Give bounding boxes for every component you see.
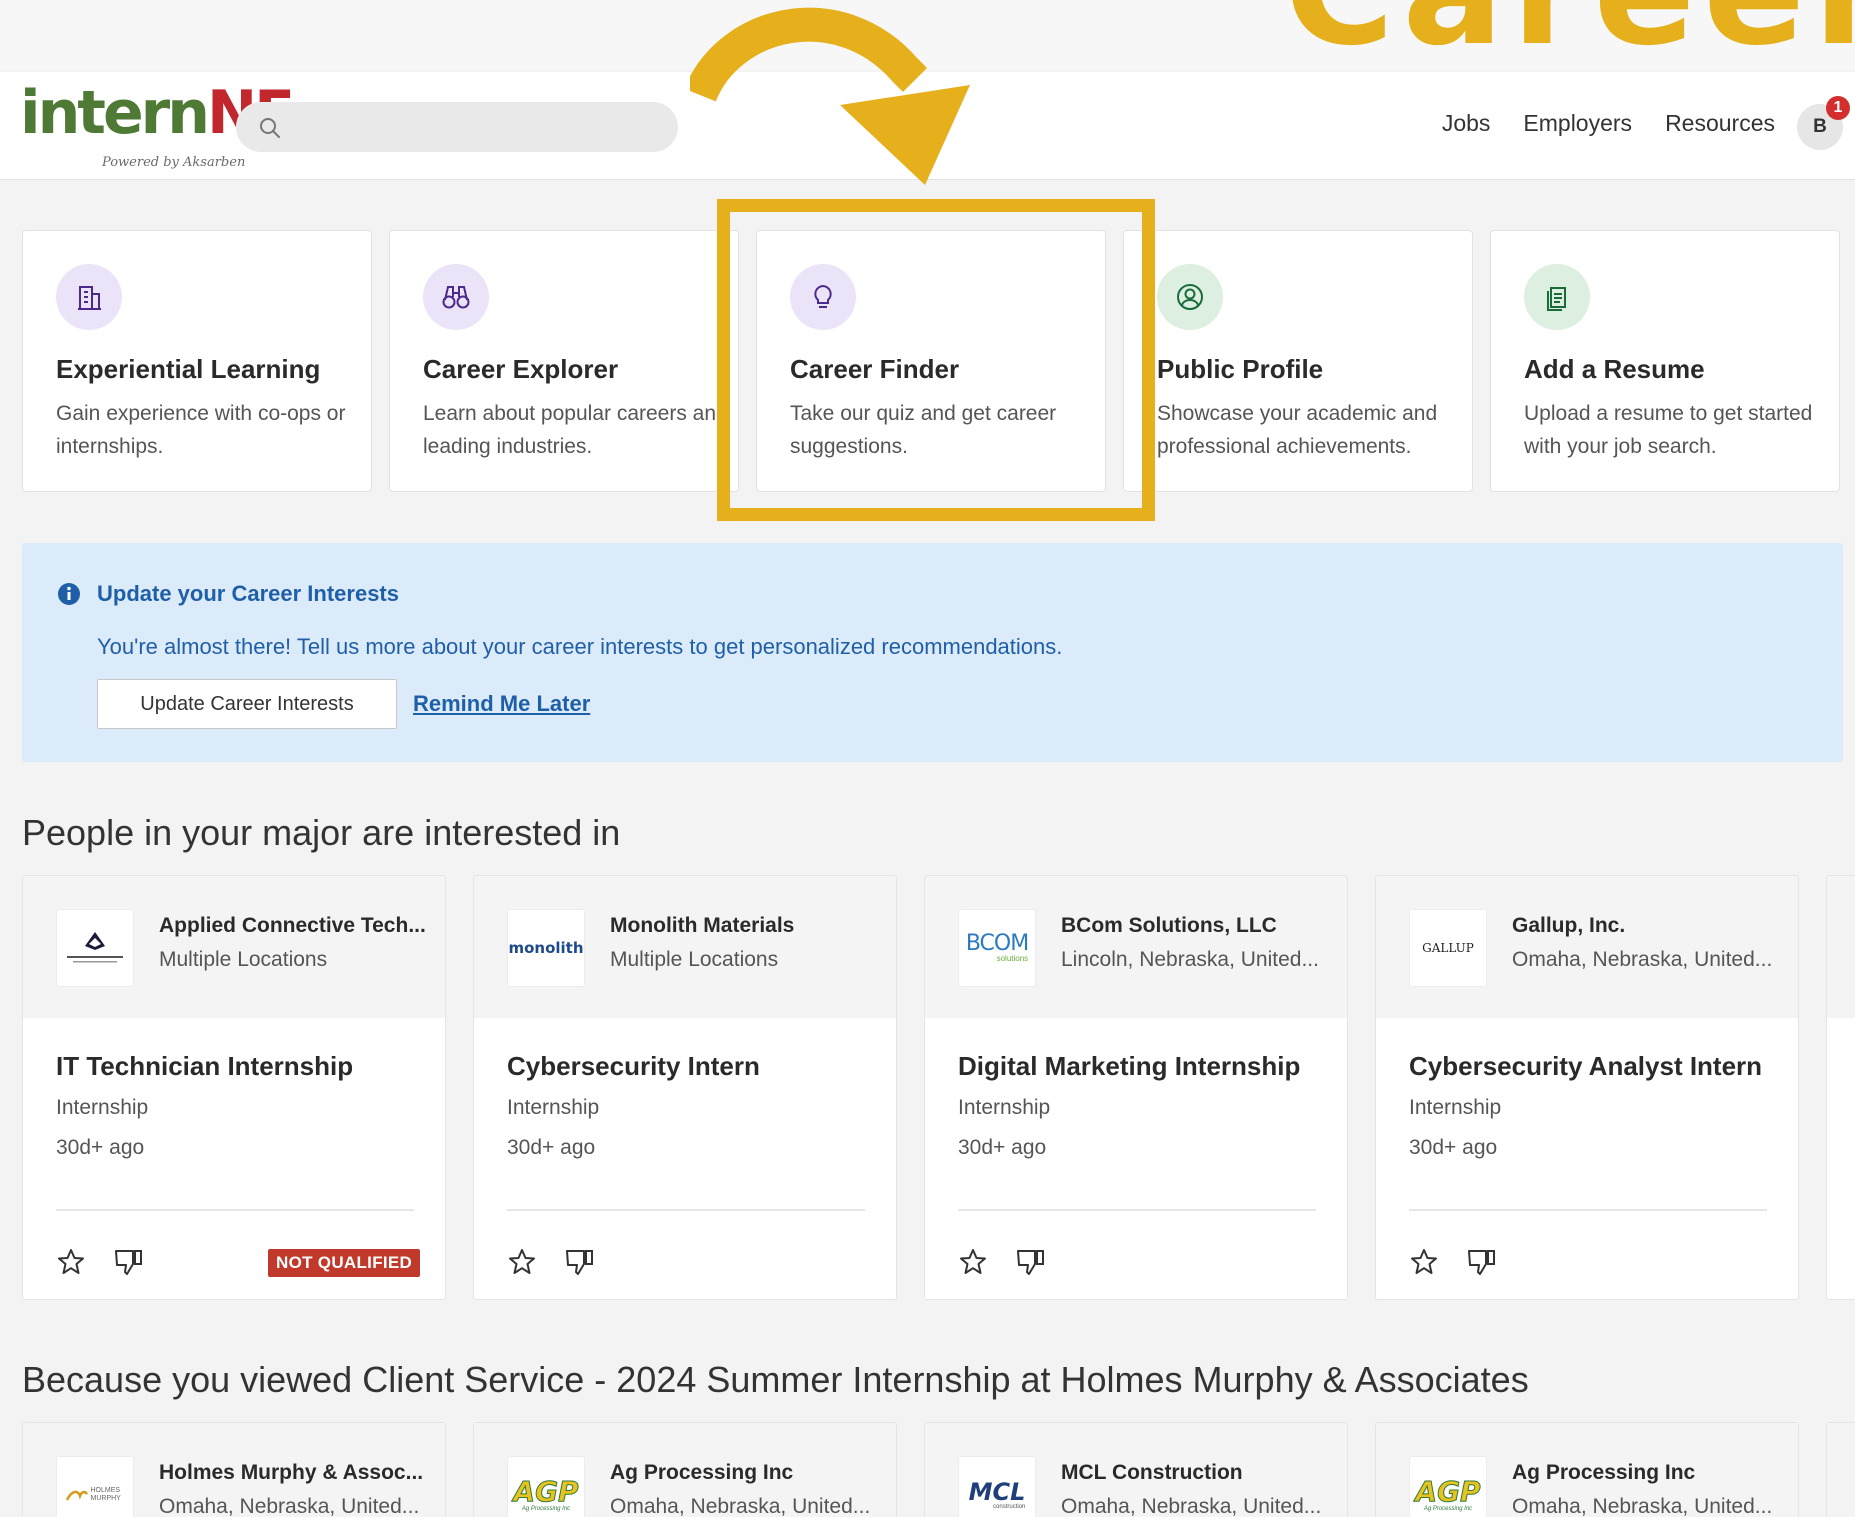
nav-jobs[interactable]: Jobs xyxy=(1442,110,1491,137)
main-nav: Jobs Employers Resources xyxy=(1442,110,1775,137)
job-location: Omaha, Nebraska, United... xyxy=(610,1495,871,1517)
card-career-explorer[interactable]: Career Explorer Learn about popular care… xyxy=(389,230,739,492)
card-title: Experiential Learning xyxy=(56,354,321,384)
company-logo xyxy=(56,909,134,987)
highlight-frame xyxy=(717,199,1155,521)
job-location: Multiple Locations xyxy=(610,948,779,971)
job-card-partial[interactable] xyxy=(1826,875,1855,1300)
company-logo: MCL construction xyxy=(958,1456,1036,1517)
job-location: Omaha, Nebraska, United... xyxy=(1512,1495,1773,1517)
notification-badge: 1 xyxy=(1826,96,1850,120)
pointer-arrow-icon xyxy=(690,7,970,185)
divider xyxy=(507,1209,865,1211)
job-card[interactable]: AGP Ag Processing Inc Ag Processing Inc … xyxy=(1375,1422,1799,1517)
logo-tagline: Powered by Aksarben xyxy=(102,155,246,170)
card-add-resume[interactable]: Add a Resume Upload a resume to get star… xyxy=(1490,230,1840,492)
job-title[interactable]: IT Technician Internship xyxy=(56,1051,426,1082)
nav-employers[interactable]: Employers xyxy=(1523,110,1632,137)
search-icon xyxy=(260,118,280,138)
card-public-profile[interactable]: Public Profile Showcase your academic an… xyxy=(1123,230,1473,492)
company-name: Monolith Materials xyxy=(610,914,795,937)
section-title-because-viewed: Because you viewed Client Service - 2024… xyxy=(22,1359,1529,1400)
job-location: Multiple Locations xyxy=(159,948,328,971)
card-description: Showcase your academic and professional … xyxy=(1157,402,1438,458)
star-icon[interactable] xyxy=(56,1247,86,1277)
promo-heading: Career xyxy=(1284,0,1855,70)
job-posted-age: 30d+ ago xyxy=(958,1136,1047,1159)
company-name: Ag Processing Inc xyxy=(1512,1461,1696,1484)
card-title: Add a Resume xyxy=(1524,354,1705,384)
job-type: Internship xyxy=(56,1096,149,1119)
card-description: Learn about popular careers and leading … xyxy=(423,402,728,458)
star-icon[interactable] xyxy=(1409,1247,1439,1277)
job-posted-age: 30d+ ago xyxy=(507,1136,596,1159)
company-name: Ag Processing Inc xyxy=(610,1461,794,1484)
divider xyxy=(56,1209,414,1211)
logo-wordmark: internNE xyxy=(20,78,295,148)
job-card[interactable]: GALLUP Gallup, Inc. Omaha, Nebraska, Uni… xyxy=(1375,875,1799,1300)
company-name: MCL Construction xyxy=(1061,1461,1243,1484)
job-card[interactable]: BCOM solutions BCom Solutions, LLC Linco… xyxy=(924,875,1348,1300)
divider xyxy=(1409,1209,1767,1211)
building-icon xyxy=(56,264,122,330)
thumbs-down-icon[interactable] xyxy=(113,1247,145,1277)
internne-logo[interactable]: internNE Powered by Aksarben xyxy=(20,77,295,177)
company-logo: HOLMES MURPHY xyxy=(56,1456,134,1517)
thumbs-down-icon[interactable] xyxy=(564,1247,596,1277)
search-bar[interactable] xyxy=(236,102,678,152)
job-card-header xyxy=(1827,876,1855,1018)
job-card[interactable]: monolith Monolith Materials Multiple Loc… xyxy=(473,875,897,1300)
job-type: Internship xyxy=(507,1096,600,1119)
job-posted-age: 30d+ ago xyxy=(56,1136,145,1159)
alert-message: You're almost there! Tell us more about … xyxy=(97,634,1063,659)
alert-title: Update your Career Interests xyxy=(97,581,399,606)
company-logo: AGP Ag Processing Inc xyxy=(1409,1456,1487,1517)
job-type: Internship xyxy=(1409,1096,1502,1119)
star-icon[interactable] xyxy=(507,1247,537,1277)
section-title-major: People in your major are interested in xyxy=(22,812,621,853)
company-logo: GALLUP xyxy=(1409,909,1487,987)
job-location: Omaha, Nebraska, United... xyxy=(1512,948,1773,971)
job-card[interactable]: AGP Ag Processing Inc Ag Processing Inc … xyxy=(473,1422,897,1517)
not-qualified-badge: NOT QUALIFIED xyxy=(268,1249,421,1277)
divider xyxy=(958,1209,1316,1211)
remind-me-later-link[interactable]: Remind Me Later xyxy=(413,691,590,717)
company-logo: AGP Ag Processing Inc xyxy=(507,1456,585,1517)
job-card-partial[interactable] xyxy=(1826,1422,1855,1517)
card-description: Upload a resume to get started with your… xyxy=(1524,402,1813,458)
job-title[interactable]: Digital Marketing Internship xyxy=(958,1051,1328,1082)
card-experiential-learning[interactable]: Experiential Learning Gain experience wi… xyxy=(22,230,372,492)
company-name: Applied Connective Tech... xyxy=(159,914,426,937)
star-icon[interactable] xyxy=(958,1247,988,1277)
nav-resources[interactable]: Resources xyxy=(1665,110,1775,137)
company-logo: BCOM solutions xyxy=(958,909,1036,987)
job-posted-age: 30d+ ago xyxy=(1409,1136,1498,1159)
company-name: BCom Solutions, LLC xyxy=(1061,914,1277,937)
info-icon xyxy=(58,583,80,605)
company-name: Gallup, Inc. xyxy=(1512,914,1626,937)
job-card[interactable]: MCL construction MCL Construction Omaha,… xyxy=(924,1422,1348,1517)
job-location: Omaha, Nebraska, United... xyxy=(159,1495,420,1517)
profile-icon xyxy=(1157,264,1223,330)
card-description: Gain experience with co-ops or internshi… xyxy=(56,402,346,458)
job-card[interactable]: HOLMES MURPHY Holmes Murphy & Assoc... O… xyxy=(22,1422,446,1517)
document-icon xyxy=(1524,264,1590,330)
thumbs-down-icon[interactable] xyxy=(1466,1247,1498,1277)
search-input[interactable] xyxy=(296,102,656,152)
binoculars-icon xyxy=(423,264,489,330)
job-location: Lincoln, Nebraska, United... xyxy=(1061,948,1319,971)
job-title[interactable]: Cybersecurity Analyst Intern xyxy=(1409,1051,1779,1082)
career-interests-alert: Update your Career Interests You're almo… xyxy=(22,543,1843,762)
card-title: Career Explorer xyxy=(423,354,619,384)
job-card-header xyxy=(1827,1423,1855,1517)
company-logo: monolith xyxy=(507,909,585,987)
job-location: Omaha, Nebraska, United... xyxy=(1061,1495,1322,1517)
update-career-interests-button[interactable]: Update Career Interests xyxy=(97,679,397,729)
card-title: Public Profile xyxy=(1157,354,1324,384)
company-name: Holmes Murphy & Assoc... xyxy=(159,1461,424,1484)
job-type: Internship xyxy=(958,1096,1051,1119)
thumbs-down-icon[interactable] xyxy=(1015,1247,1047,1277)
job-title[interactable]: Cybersecurity Intern xyxy=(507,1051,877,1082)
job-card[interactable]: Applied Connective Tech... Multiple Loca… xyxy=(22,875,446,1300)
